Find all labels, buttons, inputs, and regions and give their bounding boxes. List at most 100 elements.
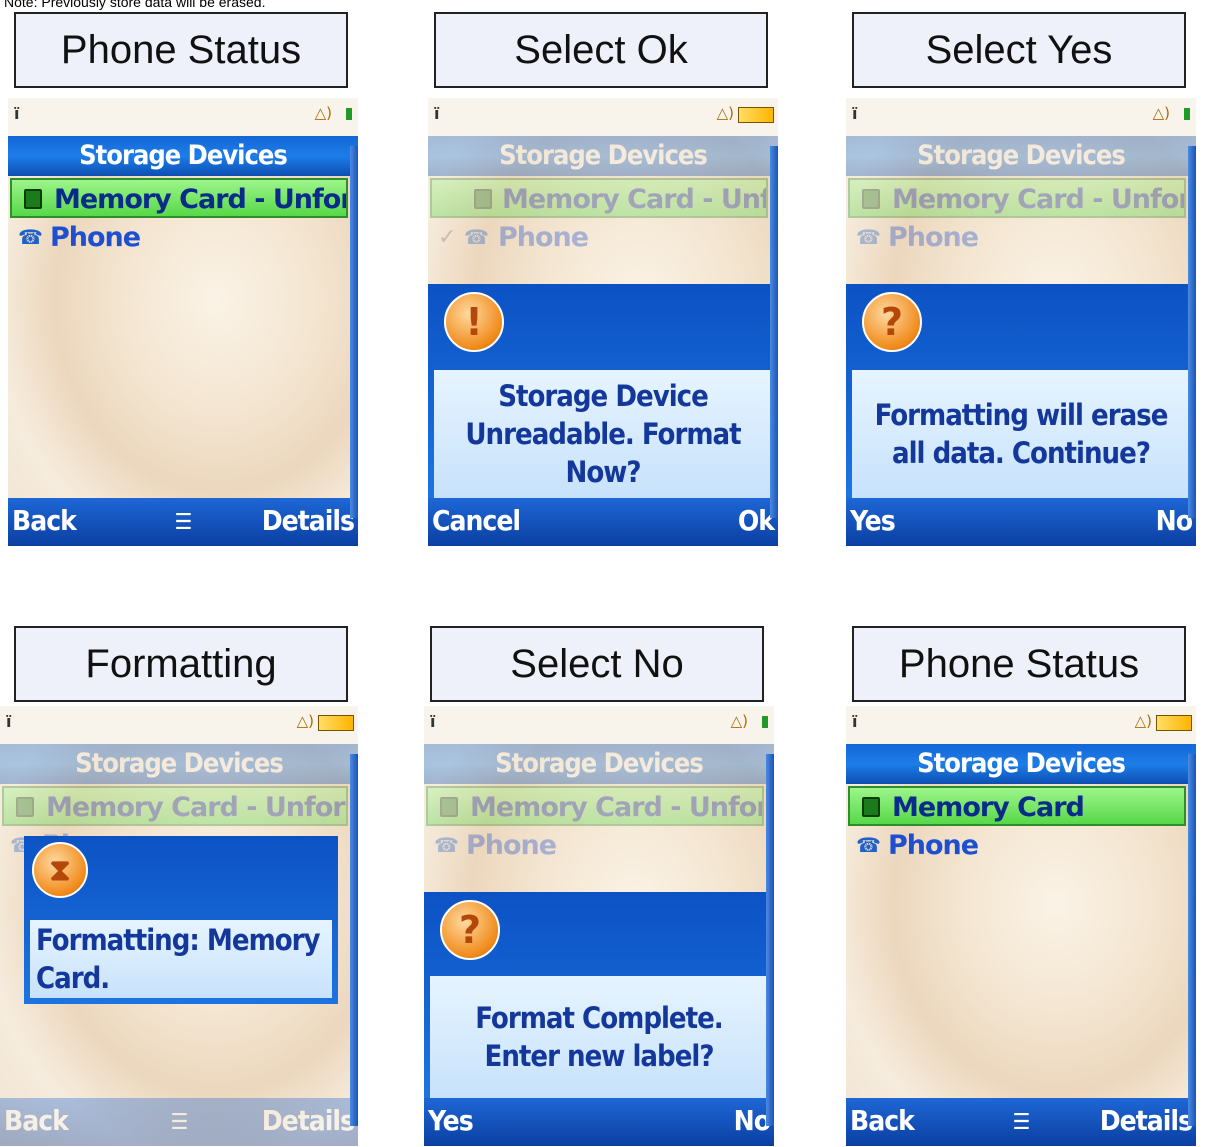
warning-icon: ! — [444, 292, 504, 352]
memory-card-icon — [862, 189, 880, 209]
ok-softkey[interactable]: Ok — [738, 504, 775, 537]
panel-caption: Select No — [430, 626, 764, 702]
menu-icon[interactable]: ☰ — [1013, 1110, 1031, 1135]
phone-screen: ï △) Storage Devices Memory Card - Unfor… — [0, 706, 358, 1146]
memory-card-icon — [16, 797, 34, 817]
alarm-icon: △) — [716, 104, 734, 122]
list-item-phone[interactable]: ✓ ☎ Phone — [428, 218, 778, 258]
list-item-phone[interactable]: ☎ Phone — [8, 218, 358, 258]
softkey-bar: Back ☰ Details — [0, 1098, 358, 1146]
signal-icon: ï — [6, 712, 12, 731]
list-item-label: Phone — [466, 830, 557, 861]
softkey-bar: Back ☰ Details — [8, 498, 358, 546]
battery-icon — [738, 107, 774, 123]
phone-screen: ï △) Storage Devices Memory Card - Unfor… — [428, 98, 778, 546]
list-item-label: Phone — [888, 830, 979, 861]
panel-select-no: Select No ï △) Storage Devices Memory Ca… — [424, 626, 774, 1146]
dialog: ⧗ Formatting: Memory Card. — [24, 836, 338, 1004]
panel-caption: Phone Status — [14, 12, 348, 88]
device-list: Memory Card - Unforma... ☎ Phone — [846, 176, 1196, 258]
alarm-icon: △) — [296, 712, 314, 730]
signal-icon: ï — [430, 712, 436, 731]
dialog: ? Format Complete. Enter new label? — [424, 892, 774, 1098]
dialog: ? Formatting will erase all data. Contin… — [846, 284, 1196, 498]
phone-icon: ☎ — [856, 225, 881, 249]
alarm-icon: △) — [730, 712, 748, 730]
no-softkey[interactable]: No — [734, 1104, 771, 1137]
screen-title: Storage Devices — [428, 136, 778, 176]
list-item-label: Memory Card - Unforma... — [54, 184, 348, 215]
dialog-message: Format Complete. Enter new label? — [430, 976, 768, 1098]
battery-icon — [1184, 108, 1190, 120]
screen-title: Storage Devices — [846, 136, 1196, 176]
panel-caption: Phone Status — [852, 626, 1186, 702]
phone-screen: ï △) Storage Devices Memory Card ☎ Phone … — [846, 706, 1196, 1146]
battery-icon — [762, 716, 768, 728]
question-icon: ? — [862, 292, 922, 352]
list-item-memory-card[interactable]: Memory Card - Unfor... — [430, 178, 768, 218]
back-softkey[interactable]: Back — [850, 1104, 915, 1137]
alarm-icon: △) — [1152, 104, 1170, 122]
list-item-phone[interactable]: ☎ Phone — [424, 826, 774, 866]
panel-select-yes: Select Yes ï △) Storage Devices Memory C… — [846, 12, 1198, 552]
signal-icon: ï — [852, 712, 858, 731]
list-item-label: Phone — [498, 222, 589, 253]
device-list: Memory Card - Unforma... ☎ Phone — [8, 176, 358, 258]
panel-formatting: Formatting ï △) Storage Devices Memory C… — [0, 626, 360, 1146]
back-softkey[interactable]: Back — [4, 1104, 69, 1137]
phone-icon: ☎ — [464, 225, 489, 249]
softkey-bar: Back ☰ Details — [846, 1098, 1196, 1146]
signal-icon: ï — [434, 104, 440, 123]
list-item-memory-card[interactable]: Memory Card — [848, 786, 1186, 826]
panel-phone-status-2: Phone Status ï △) Storage Devices Memory… — [846, 626, 1198, 1146]
question-icon: ? — [440, 900, 500, 960]
yes-softkey[interactable]: Yes — [850, 504, 896, 537]
list-item-memory-card[interactable]: Memory Card - Unforma... — [2, 786, 348, 826]
list-item-phone[interactable]: ☎ Phone — [846, 826, 1196, 866]
device-list: Memory Card ☎ Phone — [846, 784, 1196, 866]
softkey-bar: Yes No — [424, 1098, 774, 1146]
dialog-message: Storage Device Unreadable. Format Now? — [434, 370, 772, 498]
phone-screen: ï △) Storage Devices Memory Card - Unfor… — [424, 706, 774, 1146]
list-item-memory-card[interactable]: Memory Card - Unforma... — [848, 178, 1186, 218]
status-bar: ï △) — [846, 706, 1196, 744]
phone-icon: ☎ — [434, 833, 459, 857]
list-item-memory-card[interactable]: Memory Card - Unforma... — [426, 786, 764, 826]
screen-title: Storage Devices — [846, 744, 1196, 784]
check-icon: ✓ — [438, 225, 456, 250]
panel-phone-status-1: Phone Status ï △) Storage Devices Memory… — [8, 12, 360, 552]
menu-icon[interactable]: ☰ — [175, 510, 193, 535]
status-bar: ï △) — [428, 98, 778, 136]
list-item-label: Memory Card - Unforma... — [892, 184, 1186, 215]
list-item-memory-card[interactable]: Memory Card - Unforma... — [10, 178, 348, 218]
screen-title: Storage Devices — [8, 136, 358, 176]
alarm-icon: △) — [1134, 712, 1152, 730]
phone-screen: ï △) Storage Devices Memory Card - Unfor… — [8, 98, 358, 546]
cancel-softkey[interactable]: Cancel — [432, 504, 521, 537]
yes-softkey[interactable]: Yes — [428, 1104, 474, 1137]
dialog: ! Storage Device Unreadable. Format Now? — [428, 284, 778, 498]
alarm-icon: △) — [314, 104, 332, 122]
signal-icon: ï — [14, 104, 20, 123]
softkey-bar: Cancel Ok — [428, 498, 778, 546]
note-text: Note: Previously store data will be eras… — [4, 0, 266, 10]
panel-caption: Select Ok — [434, 12, 768, 88]
details-softkey[interactable]: Details — [262, 1104, 355, 1137]
menu-icon[interactable]: ☰ — [171, 1110, 189, 1135]
status-bar: ï △) — [846, 98, 1196, 136]
signal-icon: ï — [852, 104, 858, 123]
no-softkey[interactable]: No — [1156, 504, 1193, 537]
softkey-bar: Yes No — [846, 498, 1196, 546]
status-bar: ï △) — [0, 706, 358, 744]
list-item-phone[interactable]: ☎ Phone — [846, 218, 1196, 258]
battery-icon — [346, 108, 352, 120]
hourglass-icon: ⧗ — [32, 842, 88, 898]
status-bar: ï △) — [424, 706, 774, 744]
details-softkey[interactable]: Details — [1100, 1104, 1193, 1137]
device-list: Memory Card - Unforma... ☎ Phone — [424, 784, 774, 866]
memory-card-icon — [440, 797, 458, 817]
panel-select-ok: Select Ok ï △) Storage Devices Memory Ca… — [428, 12, 780, 552]
battery-icon — [1156, 715, 1192, 731]
back-softkey[interactable]: Back — [12, 504, 77, 537]
details-softkey[interactable]: Details — [262, 504, 355, 537]
